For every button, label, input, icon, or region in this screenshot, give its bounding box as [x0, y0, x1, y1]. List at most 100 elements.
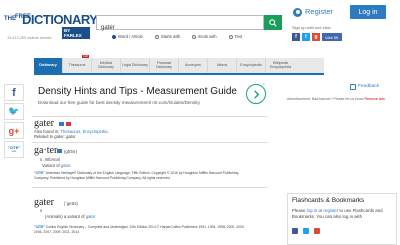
divider	[32, 187, 268, 188]
entry-part-of-speech: n. Informal	[40, 157, 60, 162]
search-input[interactable]	[97, 21, 263, 35]
ad-banner[interactable]: Density Hints and Tips - Measurement Gui…	[36, 84, 266, 112]
site-logo[interactable]: THE FREE DICTIONARY BY FARLEX 10,412,263…	[4, 10, 98, 46]
related-words: gater: gator	[54, 134, 76, 139]
advertisement-notice: Advertisement. Bad banner? Please let us…	[287, 97, 385, 101]
facebook-icon[interactable]	[292, 228, 298, 234]
citation-line: 2006, 2007, 2009, 2011, 2014	[34, 230, 79, 234]
twitter-icon[interactable]: t	[302, 33, 310, 41]
radio-label: Text	[234, 34, 243, 39]
radio-word-article[interactable]: Word / Article	[112, 34, 143, 39]
signup-text: Sign up with one click:	[292, 25, 332, 30]
advertisement-text: Advertisement. Bad banner? Please let us…	[287, 97, 364, 101]
flashcards-or: or	[318, 208, 323, 213]
register-link[interactable]: Register	[305, 7, 333, 16]
tab-label: Idioms	[216, 62, 228, 67]
tab-idioms[interactable]: Idioms	[208, 58, 237, 73]
user-icon	[293, 8, 302, 17]
radio-label: Word / Article	[118, 34, 143, 39]
google-plus-share-icon[interactable]: g+	[4, 122, 24, 139]
tab-encyclopedia[interactable]: Encyclopedia	[237, 58, 266, 73]
tab-label: Encyclopedia	[240, 62, 262, 67]
search-mode-options: Word / Article Starts with Ends with Tex…	[112, 34, 242, 39]
entry-headword: ga·ter	[34, 145, 58, 156]
google-icon[interactable]: g	[312, 33, 320, 41]
search-button[interactable]	[264, 15, 282, 30]
audio-icon[interactable]	[59, 122, 64, 126]
tab-label: Wikipedia Encyclopedia	[269, 60, 292, 69]
entry-definition: Variant of gator.	[42, 163, 71, 168]
ad-title[interactable]: Density Hints and Tips - Measurement Gui…	[38, 86, 237, 97]
radio-dot	[192, 34, 197, 39]
facebook-icon[interactable]: f	[292, 33, 300, 41]
tab-wikipedia-encyclopedia[interactable]: Wikipedia Encyclopedia	[266, 58, 295, 73]
tab-acronyms[interactable]: Acronyms	[179, 58, 208, 73]
flashcards-register-link[interactable]: register	[324, 208, 339, 213]
logo-by-farlex: BY FARLEX	[62, 27, 90, 39]
definition-prefix: (Animals) a variant of	[45, 214, 85, 219]
ad-arrow-button[interactable]	[246, 84, 266, 104]
feedback-link[interactable]: Feedback	[358, 84, 379, 89]
flashcards-text-suffix: to use Flashcards and Bookmarks. You can…	[292, 208, 383, 219]
tab-dictionary[interactable]: Dictionary	[34, 58, 63, 73]
login-button[interactable]: Log in	[350, 5, 386, 19]
tab-medical-dictionary[interactable]: Medical Dictionary	[92, 58, 121, 73]
related-to: Related to gater: gator	[34, 134, 76, 139]
radio-starts-with[interactable]: Starts with	[154, 34, 181, 39]
radio-label: Starts with	[160, 34, 181, 39]
definition-prefix: Variant of	[42, 163, 60, 168]
feedback-icon	[350, 84, 356, 90]
tab-label: Acronyms	[185, 62, 201, 67]
radio-text[interactable]: Text	[228, 34, 243, 39]
logo-tagline: 10,412,263 visitors served	[7, 36, 52, 40]
tab-label: Financial Dictionary	[156, 60, 172, 69]
entry-pronunciation: (gā′tər)	[64, 149, 78, 154]
audio-icon[interactable]	[57, 149, 62, 153]
tab-financial-dictionary[interactable]: Financial Dictionary	[150, 58, 179, 73]
citation-line: American Heritage® Dictionary of the Eng…	[45, 171, 239, 175]
cite-sub-label: site	[11, 149, 17, 153]
cite-link[interactable]: "CITE"	[34, 171, 45, 175]
flag-icon[interactable]	[66, 122, 71, 126]
tab-label: Legal Dictionary	[122, 62, 148, 67]
remove-ads-link[interactable]: Remove Ads	[365, 97, 385, 101]
ad-description: Download our free guide for best density…	[38, 100, 200, 105]
share-bar: f 🐦 g+ "CITE" site	[4, 84, 24, 160]
ad-choices-icon[interactable]: ▷	[263, 82, 268, 86]
flashcards-title: Flashcards & Bookmarks	[292, 197, 365, 204]
radio-dot	[112, 34, 116, 39]
google-icon[interactable]	[314, 228, 320, 234]
flashcards-text: Please log in or register to use Flashca…	[292, 208, 392, 220]
entry-headword: gater	[34, 197, 54, 208]
entry-headword: gater	[34, 118, 54, 129]
facebook-share-icon[interactable]: f	[4, 84, 24, 101]
entry-definition: (Animals) a variant of gator	[45, 214, 95, 219]
entry-citation: "CITE" American Heritage® Dictionary of …	[34, 171, 238, 175]
definition-link[interactable]: gator	[86, 214, 96, 219]
divider	[32, 116, 268, 117]
cite-button[interactable]: "CITE" site	[4, 141, 24, 158]
tab-label: Medical Dictionary	[98, 60, 114, 69]
flashcards-social-icons	[292, 228, 320, 234]
facebook-like-button[interactable]: Like 5K	[322, 33, 342, 41]
entry-citation: "CITE" Collins English Dictionary – Comp…	[34, 225, 245, 229]
definition-link[interactable]: gator.	[61, 163, 71, 168]
tab-label: Dictionary	[39, 62, 57, 67]
tab-legal-dictionary[interactable]: Legal Dictionary	[121, 58, 150, 73]
radio-label: Ends with	[198, 34, 217, 39]
radio-dot	[154, 34, 159, 39]
radio-ends-with[interactable]: Ends with	[192, 34, 217, 39]
twitter-share-icon[interactable]: 🐦	[4, 103, 24, 120]
entry-part-of-speech: n	[40, 208, 43, 213]
flashcards-login-link[interactable]: log in	[307, 208, 318, 213]
citation-line: Company. Published by Houghton Mifflin H…	[34, 176, 171, 180]
citation-line: Collins English Dictionary – Complete an…	[45, 225, 245, 229]
flashcards-panel: Flashcards & Bookmarks Please log in or …	[287, 193, 397, 245]
related-prefix: Related to	[34, 134, 54, 139]
social-signup-row: f t g Like 5K	[292, 33, 342, 41]
twitter-icon[interactable]	[303, 228, 309, 234]
hot-badge: hot!	[82, 54, 89, 59]
tab-thesaurus[interactable]: hot! Thesaurus	[63, 54, 92, 73]
cite-link[interactable]: "CITE"	[34, 225, 45, 229]
dictionary-tabs: Dictionary hot! Thesaurus Medical Diction…	[34, 54, 324, 75]
